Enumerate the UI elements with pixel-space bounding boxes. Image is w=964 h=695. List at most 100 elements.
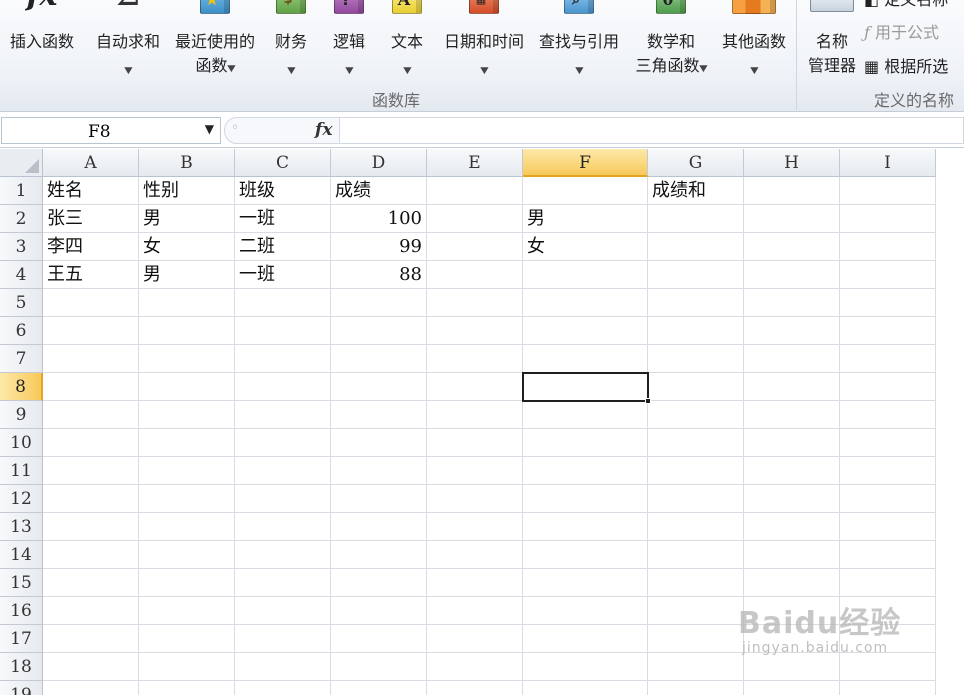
cell-f15[interactable] [523,569,648,597]
cell-b12[interactable] [139,485,235,513]
cell-h12[interactable] [744,485,840,513]
cell-b3[interactable]: 女 [139,233,235,261]
cell-b9[interactable] [139,401,235,429]
column-header-c[interactable]: C [235,149,331,177]
cell-f3[interactable]: 女 [523,233,648,261]
cell-b18[interactable] [139,653,235,681]
cell-e9[interactable] [427,401,523,429]
cell-h4[interactable] [744,261,840,289]
cell-a16[interactable] [43,597,139,625]
cell-c19[interactable] [235,681,331,695]
cell-g17[interactable] [648,625,744,653]
cell-g12[interactable] [648,485,744,513]
cell-c9[interactable] [235,401,331,429]
cell-e1[interactable] [427,177,523,205]
cell-e18[interactable] [427,653,523,681]
cell-d14[interactable] [331,541,427,569]
cell-f18[interactable] [523,653,648,681]
cell-f1[interactable] [523,177,648,205]
cell-a9[interactable] [43,401,139,429]
cell-b14[interactable] [139,541,235,569]
cell-g6[interactable] [648,317,744,345]
cell-b1[interactable]: 性别 [139,177,235,205]
cell-d11[interactable] [331,457,427,485]
cell-b4[interactable]: 男 [139,261,235,289]
cell-f11[interactable] [523,457,648,485]
cell-e17[interactable] [427,625,523,653]
fill-handle[interactable] [645,398,651,404]
cell-a10[interactable] [43,429,139,457]
cell-h13[interactable] [744,513,840,541]
cell-e19[interactable] [427,681,523,695]
insert-function-icon[interactable]: fx [315,120,332,140]
cell-h5[interactable] [744,289,840,317]
row-header-17[interactable]: 17 [0,625,43,653]
create-from-selection-button[interactable]: ▦ 根据所选 [864,53,948,77]
cell-c7[interactable] [235,345,331,373]
column-header-h[interactable]: H [744,149,840,177]
logical-button[interactable]: ? 逻辑 ▼ [326,0,372,86]
cell-g15[interactable] [648,569,744,597]
cell-c8[interactable] [235,373,331,401]
cell-f14[interactable] [523,541,648,569]
financial-button[interactable]: $ 财务 ▼ [268,0,314,86]
cell-f2[interactable]: 男 [523,205,648,233]
cell-e13[interactable] [427,513,523,541]
cell-d8[interactable] [331,373,427,401]
cell-a19[interactable] [43,681,139,695]
cell-a14[interactable] [43,541,139,569]
cell-b17[interactable] [139,625,235,653]
row-header-5[interactable]: 5 [0,289,43,317]
row-header-12[interactable]: 12 [0,485,43,513]
cell-h6[interactable] [744,317,840,345]
name-manager-button[interactable]: 名称 管理器 [802,0,862,86]
define-name-button[interactable]: ◧ 定义名称 [864,0,948,10]
cell-d13[interactable] [331,513,427,541]
cell-d12[interactable] [331,485,427,513]
cell-c16[interactable] [235,597,331,625]
cell-i19[interactable] [840,681,936,695]
cell-d1[interactable]: 成绩 [331,177,427,205]
cell-a3[interactable]: 李四 [43,233,139,261]
cell-g14[interactable] [648,541,744,569]
row-header-14[interactable]: 14 [0,541,43,569]
cell-b5[interactable] [139,289,235,317]
cell-i15[interactable] [840,569,936,597]
cell-a8[interactable] [43,373,139,401]
column-header-g[interactable]: G [648,149,744,177]
cell-c15[interactable] [235,569,331,597]
cell-g8[interactable] [648,373,744,401]
cell-a17[interactable] [43,625,139,653]
cell-f16[interactable] [523,597,648,625]
cell-f17[interactable] [523,625,648,653]
cell-c13[interactable] [235,513,331,541]
cell-a1[interactable]: 姓名 [43,177,139,205]
cell-h10[interactable] [744,429,840,457]
cell-d9[interactable] [331,401,427,429]
cell-h18[interactable] [744,653,840,681]
cell-a5[interactable] [43,289,139,317]
cell-b13[interactable] [139,513,235,541]
row-header-15[interactable]: 15 [0,569,43,597]
cell-d3[interactable]: 99 [331,233,427,261]
chevron-down-icon[interactable]: ▼ [205,122,214,136]
row-header-2[interactable]: 2 [0,205,43,233]
cell-i7[interactable] [840,345,936,373]
cell-h11[interactable] [744,457,840,485]
cell-g9[interactable] [648,401,744,429]
cell-i2[interactable] [840,205,936,233]
cell-e11[interactable] [427,457,523,485]
lookup-reference-button[interactable]: ⌕ 查找与引用 ▼ [533,0,625,86]
cell-i14[interactable] [840,541,936,569]
cell-g18[interactable] [648,653,744,681]
cell-g7[interactable] [648,345,744,373]
cell-i5[interactable] [840,289,936,317]
autosum-button[interactable]: Σ 自动求和 ▼ [90,0,166,86]
column-header-f[interactable]: F [523,149,648,177]
row-header-18[interactable]: 18 [0,653,43,681]
select-all-button[interactable] [0,149,43,177]
cell-c6[interactable] [235,317,331,345]
cell-f13[interactable] [523,513,648,541]
cell-d18[interactable] [331,653,427,681]
row-header-19[interactable]: 19 [0,681,43,695]
